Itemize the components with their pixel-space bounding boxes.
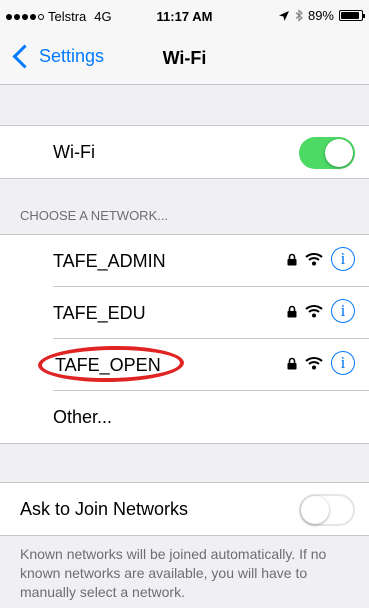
networks-group: TAFE_ADMIN i TAFE_EDU i TAFE_OPEN i Othe… xyxy=(0,234,369,444)
wifi-group: Wi-Fi xyxy=(0,125,369,179)
network-name: TAFE_EDU xyxy=(53,302,146,323)
toggle-knob xyxy=(301,496,329,524)
ask-join-group: Ask to Join Networks xyxy=(0,482,369,536)
wifi-icon xyxy=(305,357,323,370)
section-header: CHOOSE A NETWORK... xyxy=(20,208,169,223)
wifi-label: Wi-Fi xyxy=(53,141,95,162)
network-row[interactable]: TAFE_EDU i xyxy=(0,287,369,339)
network-icons: i xyxy=(287,351,355,375)
battery-percent: 89% xyxy=(307,8,334,23)
ask-join-footer: Known networks will be joined automatica… xyxy=(20,546,327,600)
info-icon[interactable]: i xyxy=(331,299,355,323)
page-title: Wi-Fi xyxy=(162,48,207,68)
network-icons: i xyxy=(287,299,355,323)
nav-bar: Settings Wi-Fi xyxy=(0,34,369,85)
network-icons: i xyxy=(287,247,355,271)
wifi-toggle[interactable] xyxy=(299,137,355,169)
status-right: 89% xyxy=(278,8,365,23)
other-network-label: Other... xyxy=(53,406,113,427)
battery-icon xyxy=(339,10,365,21)
battery-fill xyxy=(341,12,359,19)
network-row[interactable]: TAFE_ADMIN i xyxy=(0,235,369,287)
location-arrow-icon xyxy=(278,10,289,21)
lock-icon xyxy=(287,253,297,265)
lock-icon xyxy=(287,357,297,369)
other-network-row[interactable]: Other... xyxy=(0,391,369,443)
ask-join-toggle[interactable] xyxy=(299,494,355,526)
wifi-icon xyxy=(305,253,323,266)
bluetooth-icon xyxy=(295,9,303,22)
network-name: TAFE_ADMIN xyxy=(53,250,166,271)
wifi-row: Wi-Fi xyxy=(0,126,369,178)
info-icon[interactable]: i xyxy=(331,247,355,271)
wifi-icon xyxy=(305,305,323,318)
lock-icon xyxy=(287,305,297,317)
status-bar: Telstra 4G 11:17 AM 89% xyxy=(0,0,369,34)
toggle-knob xyxy=(325,139,353,167)
ask-join-label: Ask to Join Networks xyxy=(20,498,189,519)
ask-join-row: Ask to Join Networks xyxy=(0,483,369,535)
info-icon[interactable]: i xyxy=(331,351,355,375)
